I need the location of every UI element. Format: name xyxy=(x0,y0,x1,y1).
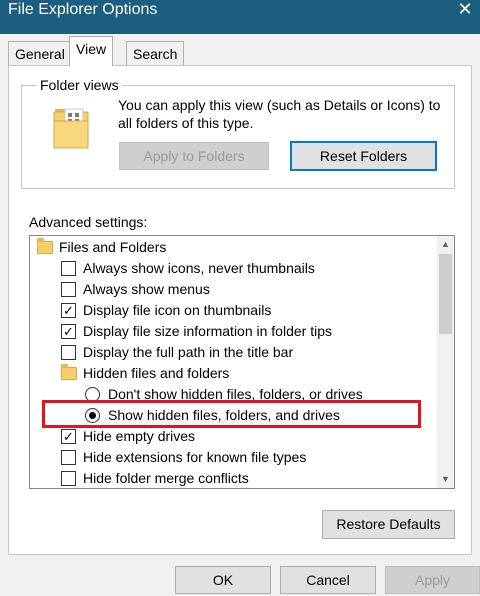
option-label: Display file size information in folder … xyxy=(83,323,332,339)
vertical-scrollbar[interactable]: ▲ ▼ xyxy=(437,236,454,488)
advanced-settings-list[interactable]: Files and Folders Always show icons, nev… xyxy=(29,235,455,489)
apply-to-folders-button[interactable]: Apply to Folders xyxy=(119,142,269,170)
option-label: Display the full path in the title bar xyxy=(83,344,294,360)
apply-button[interactable]: Apply xyxy=(385,566,480,594)
cancel-button[interactable]: Cancel xyxy=(280,566,376,594)
checkbox[interactable] xyxy=(61,282,76,297)
option-label: Always show menus xyxy=(83,281,210,297)
advanced-settings-label: Advanced settings: xyxy=(29,214,148,230)
reset-folders-button[interactable]: Reset Folders xyxy=(290,141,437,171)
scroll-down-icon[interactable]: ▼ xyxy=(437,471,454,488)
folder-with-icons-icon xyxy=(53,107,89,149)
option-label: Display file icon on thumbnails xyxy=(83,302,272,318)
close-icon[interactable]: ✕ xyxy=(450,0,480,22)
tab-general[interactable]: General xyxy=(8,41,72,67)
option-label: Always show icons, never thumbnails xyxy=(83,260,315,276)
tree-item-label: Hidden files and folders xyxy=(83,365,230,381)
folder-icon xyxy=(61,364,77,380)
checkbox-checked[interactable]: ✓ xyxy=(61,429,76,444)
checkbox-checked[interactable]: ✓ xyxy=(61,303,76,318)
restore-defaults-button[interactable]: Restore Defaults xyxy=(322,510,455,539)
folder-views-description: You can apply this view (such as Details… xyxy=(118,97,441,131)
checkbox[interactable] xyxy=(61,471,76,486)
window-title: File Explorer Options xyxy=(8,1,158,18)
scroll-thumb[interactable] xyxy=(439,254,452,334)
checkbox[interactable] xyxy=(61,261,76,276)
option-label: Hide empty drives xyxy=(83,428,196,444)
folder-icon xyxy=(37,238,53,254)
tree-item-label: Files and Folders xyxy=(59,239,167,255)
title-bar: File Explorer Options ✕ xyxy=(0,0,480,34)
highlight-box xyxy=(42,400,421,428)
tab-search[interactable]: Search xyxy=(126,41,185,67)
checkbox[interactable] xyxy=(61,345,76,360)
checkbox-checked[interactable]: ✓ xyxy=(61,324,76,339)
checkbox[interactable] xyxy=(61,450,76,465)
folder-views-legend: Folder views xyxy=(37,76,122,94)
option-label: Hide extensions for known file types xyxy=(83,449,307,465)
tab-view[interactable]: View xyxy=(69,36,114,66)
ok-button[interactable]: OK xyxy=(175,566,271,594)
scroll-up-icon[interactable]: ▲ xyxy=(437,236,454,253)
option-label: Hide folder merge conflicts xyxy=(83,470,249,486)
